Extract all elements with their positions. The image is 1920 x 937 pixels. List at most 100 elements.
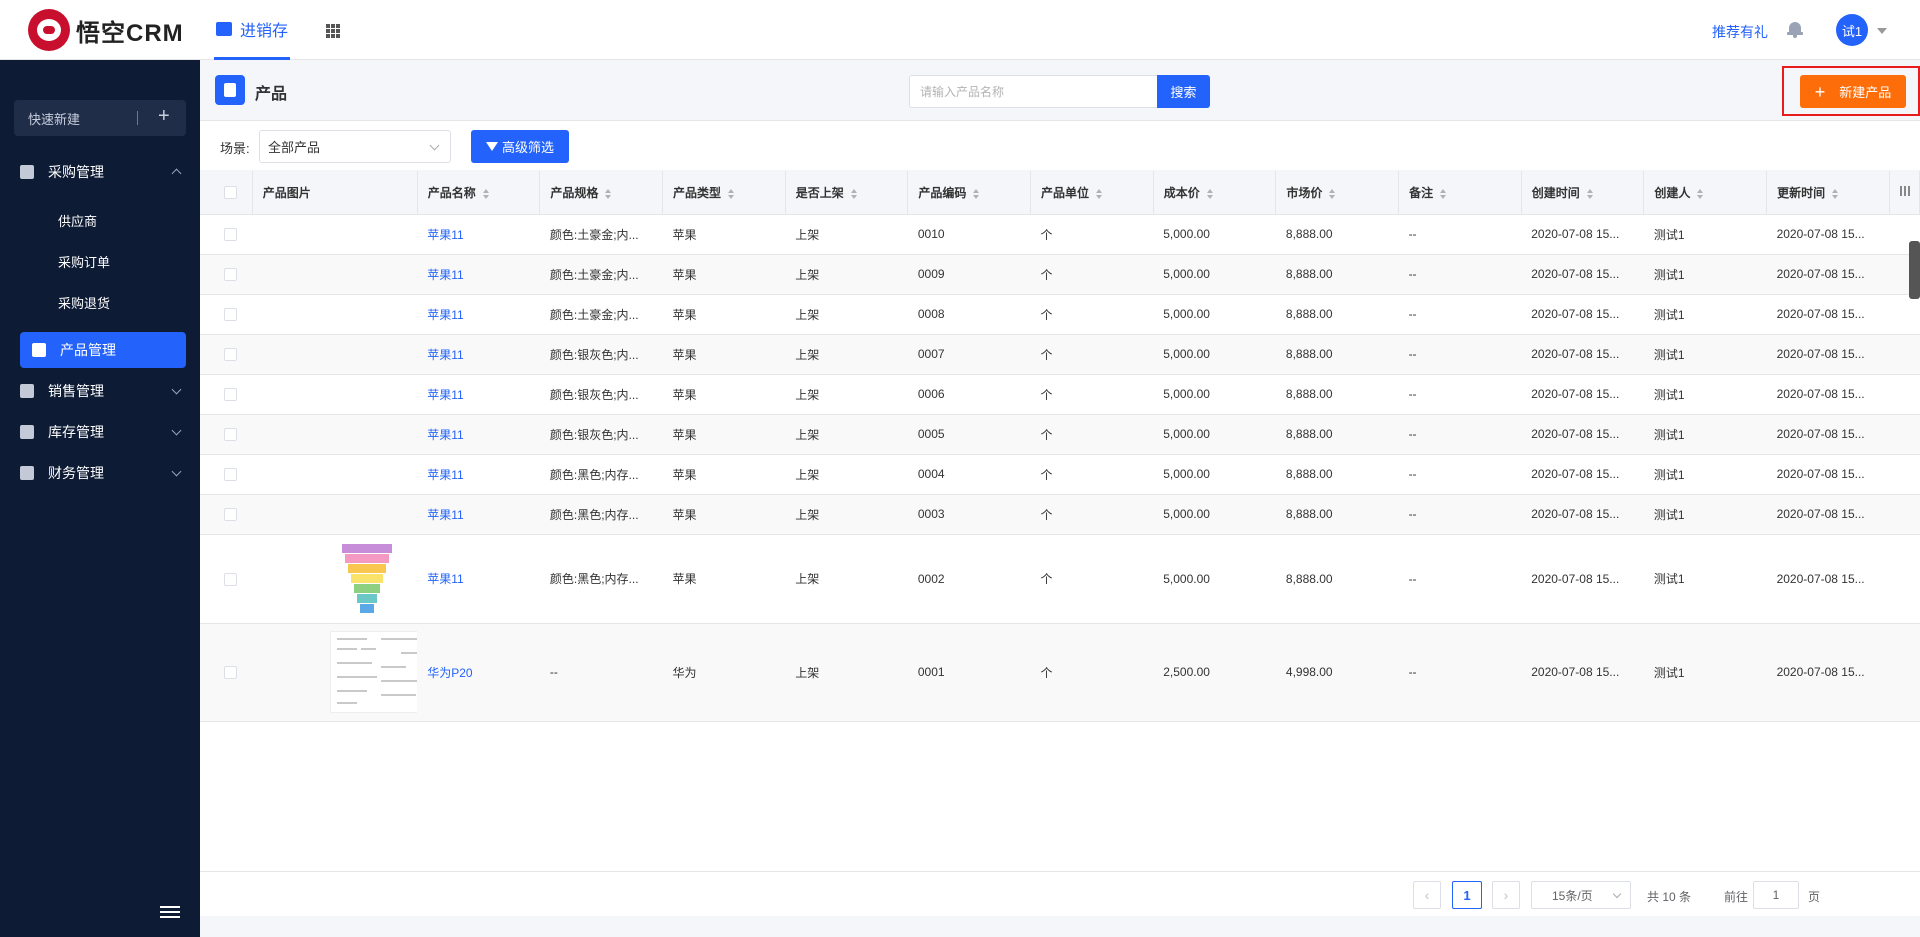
table-row[interactable]: 华为P20 -- 华为 上架 0001 个 2,500.00 4,998.00 -- 2020-0…: [200, 623, 1920, 722]
row-checkbox-cell[interactable]: [200, 214, 253, 255]
avatar[interactable]: 试1: [1836, 14, 1868, 46]
next-page-button[interactable]: ›: [1492, 881, 1520, 909]
sidebar-item-supplier[interactable]: 供应商: [58, 205, 97, 235]
row-checkbox-cell[interactable]: [200, 294, 253, 335]
table-row[interactable]: 苹果11 颜色:黑色;内存... 苹果 上架 0003 个 5,000.00 8,888.00…: [200, 494, 1920, 535]
table-cell[interactable]: 苹果11: [417, 334, 540, 375]
sidebar-item-product[interactable]: 产品管理: [20, 332, 186, 368]
row-checkbox[interactable]: [224, 428, 237, 442]
column-header[interactable]: 产品名称: [417, 171, 541, 215]
goto-page-input[interactable]: [1753, 881, 1799, 909]
table-cell[interactable]: 苹果11: [417, 534, 540, 624]
table-cell: 5,000.00: [1153, 254, 1276, 295]
table-cell: 2020-07-08 15...: [1766, 534, 1890, 624]
row-checkbox[interactable]: [224, 468, 237, 482]
column-header[interactable]: 是否上架: [785, 171, 909, 215]
row-checkbox[interactable]: [224, 388, 237, 402]
cube-icon: [32, 343, 46, 357]
row-checkbox[interactable]: [224, 348, 237, 362]
table-cell[interactable]: 苹果11: [417, 454, 540, 495]
sidebar-item-sales[interactable]: 销售管理: [20, 373, 186, 409]
table-cell[interactable]: 苹果11: [417, 374, 540, 415]
column-header[interactable]: 市场价: [1275, 171, 1400, 215]
sidebar-item-purchase-return[interactable]: 采购退货: [58, 287, 110, 317]
column-header[interactable]: 更新时间: [1766, 171, 1890, 215]
row-checkbox-cell[interactable]: [200, 623, 253, 722]
table-cell: 颜色:黑色;内存...: [539, 454, 663, 495]
row-checkbox[interactable]: [224, 228, 237, 242]
search-input[interactable]: [909, 75, 1157, 108]
sidebar-item-finance[interactable]: 财务管理: [20, 455, 186, 491]
table-cell: 0006: [907, 374, 1031, 415]
row-checkbox-cell[interactable]: [200, 454, 253, 495]
recommend-link[interactable]: 推荐有礼: [1712, 22, 1768, 42]
table-row[interactable]: 苹果11 颜色:黑色;内存... 苹果 上架 0002 个 5,000.00 8,888.00…: [200, 534, 1920, 624]
row-checkbox-cell[interactable]: [200, 534, 253, 624]
row-checkbox-cell[interactable]: [200, 254, 253, 295]
sort-icon: [482, 188, 490, 199]
row-checkbox[interactable]: [224, 308, 237, 322]
select-all-checkbox[interactable]: [200, 171, 253, 215]
table-cell: 测试1: [1643, 214, 1767, 255]
apps-grid-icon[interactable]: [326, 24, 340, 38]
caret-down-icon[interactable]: [1877, 28, 1887, 34]
table-cell: --: [1398, 254, 1522, 295]
search-button[interactable]: 搜索: [1157, 75, 1210, 108]
page-number[interactable]: 1: [1452, 881, 1482, 909]
table-row[interactable]: 苹果11 颜色:银灰色;内... 苹果 上架 0007 个 5,000.00 8,888.00…: [200, 334, 1920, 375]
row-checkbox-cell[interactable]: [200, 414, 253, 455]
logo[interactable]: 悟空CRM: [28, 8, 184, 52]
column-header[interactable]: 产品编码: [907, 171, 1032, 215]
advanced-filter-button[interactable]: 高级筛选: [471, 130, 569, 163]
table-cell: --: [1398, 334, 1522, 375]
bell-icon[interactable]: [1787, 20, 1803, 38]
scrollbar[interactable]: [1909, 241, 1920, 299]
column-header[interactable]: 创建时间: [1521, 171, 1645, 215]
chevron-down-icon: [171, 466, 182, 477]
table-cell[interactable]: 苹果11: [417, 254, 540, 295]
table-cell[interactable]: 苹果11: [417, 494, 540, 535]
quick-new-button[interactable]: 快速新建 +: [14, 100, 186, 136]
prev-page-button[interactable]: ‹: [1413, 881, 1441, 909]
sidebar-item-stock[interactable]: 库存管理: [20, 414, 186, 450]
row-checkbox[interactable]: [224, 508, 237, 522]
table-cell[interactable]: 苹果11: [417, 294, 540, 335]
table-row[interactable]: 苹果11 颜色:土豪金;内... 苹果 上架 0009 个 5,000.00 8,888.00…: [200, 254, 1920, 295]
page-size-select[interactable]: 15条/页: [1531, 881, 1631, 909]
plus-icon[interactable]: +: [158, 105, 170, 128]
new-product-button[interactable]: + 新建产品: [1800, 75, 1906, 108]
column-header[interactable]: 成本价: [1153, 171, 1277, 215]
document-thumbnail[interactable]: [330, 631, 418, 713]
row-checkbox-cell[interactable]: [200, 334, 253, 375]
scene-select[interactable]: 全部产品: [259, 130, 451, 163]
table-row[interactable]: 苹果11 颜色:银灰色;内... 苹果 上架 0006 个 5,000.00 8,888.00…: [200, 374, 1920, 415]
funnel-chart-thumbnail[interactable]: [332, 543, 402, 614]
table-row[interactable]: 苹果11 颜色:土豪金;内... 苹果 上架 0010 个 5,000.00 8,888.00…: [200, 214, 1920, 255]
sidebar-item-purchase[interactable]: 采购管理: [20, 154, 186, 190]
table-row[interactable]: 苹果11 颜色:黑色;内存... 苹果 上架 0004 个 5,000.00 8,888.00…: [200, 454, 1920, 495]
column-header[interactable]: 备注: [1398, 171, 1522, 215]
table-cell[interactable]: 苹果11: [417, 414, 540, 455]
row-checkbox[interactable]: [224, 572, 237, 586]
row-checkbox[interactable]: [224, 666, 237, 680]
column-header[interactable]: 创建人: [1643, 171, 1768, 215]
row-checkbox-cell[interactable]: [200, 374, 253, 415]
table-cell: 2020-07-08 15...: [1766, 454, 1890, 495]
row-checkbox[interactable]: [224, 268, 237, 282]
column-settings[interactable]: [1889, 171, 1920, 215]
tab-inventory[interactable]: 进销存: [214, 0, 291, 60]
column-header[interactable]: 产品单位: [1030, 171, 1154, 215]
sidebar-item-purchase-order[interactable]: 采购订单: [58, 246, 110, 276]
column-header[interactable]: 产品类型: [662, 171, 786, 215]
table-cell: 个: [1030, 334, 1154, 375]
table-cell[interactable]: 华为P20: [417, 623, 540, 722]
table-cell: 颜色:黑色;内存...: [539, 494, 663, 535]
table-row[interactable]: 苹果11 颜色:银灰色;内... 苹果 上架 0005 个 5,000.00 8,888.00…: [200, 414, 1920, 455]
table-cell[interactable]: 苹果11: [417, 214, 540, 255]
column-header[interactable]: 产品规格: [539, 171, 664, 215]
quick-new-label: 快速新建: [28, 111, 81, 127]
collapse-menu-icon[interactable]: [160, 906, 180, 920]
row-checkbox-cell[interactable]: [200, 494, 253, 535]
product-image-cell: [252, 254, 418, 295]
table-row[interactable]: 苹果11 颜色:土豪金;内... 苹果 上架 0008 个 5,000.00 8,888.00…: [200, 294, 1920, 335]
